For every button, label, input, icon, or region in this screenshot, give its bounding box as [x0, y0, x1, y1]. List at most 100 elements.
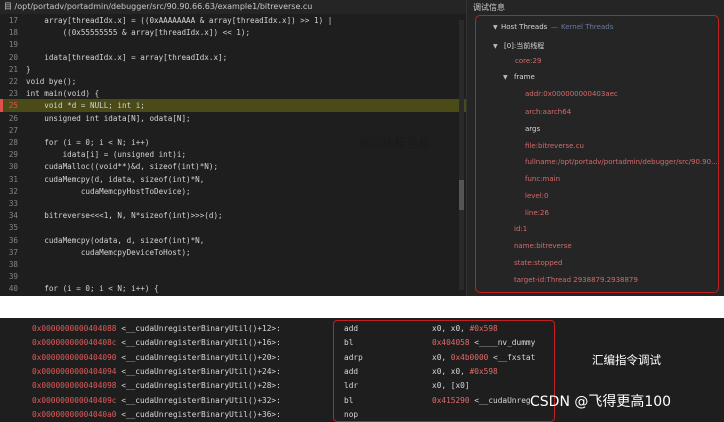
expand-arrow-icon[interactable]: ▼ — [493, 43, 498, 50]
code-line[interactable]: 23 int main(void) { — [0, 87, 466, 100]
code-line[interactable]: 22 void bye(); — [0, 75, 466, 88]
function-offset: <__cudaUnregisterBinaryUtil()+24>: — [121, 366, 281, 376]
code-text: unsigned int idata[N], odata[N]; — [26, 113, 191, 123]
instruction-address: 0x00000000004040a0 — [32, 409, 117, 419]
tree-func: func:main — [525, 175, 561, 183]
code-text: array[threadIdx.x] = ((0xAAAAAAAA & arra… — [26, 16, 333, 25]
code-line[interactable]: 34 bitreverse<<<1, N, N*sizeof(int)>>>(d… — [0, 209, 466, 222]
function-offset: <__cudaUnregisterBinaryUtil()+12>: — [121, 324, 281, 333]
code-line[interactable]: 18 ((0x55555555 & array[threadIdx.x]) <<… — [0, 26, 466, 39]
instruction-address: 0x0000000000404098 — [32, 381, 117, 391]
code-line[interactable]: 40 for (i = 0; i < N; i++) { — [0, 282, 466, 295]
line-number: 31 — [8, 174, 18, 184]
line-number: 23 — [8, 89, 18, 99]
file-path-bar: 目 /opt/portadv/portadmin/debugger/src/90… — [0, 0, 466, 14]
instruction-highlight-box — [333, 320, 555, 422]
code-line[interactable]: 35 — [0, 221, 466, 234]
expand-arrow-icon[interactable]: ▼ — [503, 74, 508, 81]
function-offset: <__cudaUnregisterBinaryUtil()+28>: — [121, 381, 281, 391]
instruction-address: 0x0000000000404094 — [32, 366, 117, 376]
code-line[interactable]: 33 — [0, 197, 466, 210]
code-line[interactable]: 39 — [0, 270, 466, 283]
code-text: void *d = NULL; int i; — [26, 101, 145, 111]
line-number: 27 — [8, 125, 18, 135]
line-number: 39 — [8, 272, 18, 282]
disasm-address-row[interactable]: 0x00000000004040a0 <__cudaUnregisterBina… — [32, 408, 332, 422]
tree-level: level:0 — [525, 192, 549, 200]
expand-arrow-icon[interactable]: ▼ — [493, 24, 498, 31]
line-number: 20 — [8, 52, 18, 62]
code-text: cudaMemcpyHostToDevice); — [26, 186, 191, 196]
code-text: for (i = 0; i < N; i++) { — [26, 284, 159, 294]
thread-info-highlight-box — [475, 15, 719, 293]
line-number: 38 — [8, 260, 18, 269]
disasm-address-row[interactable]: 0x0000000000404090 <__cudaUnregisterBina… — [32, 351, 332, 365]
watermark: CSDN @飞得更高100 — [530, 394, 672, 410]
tree-thread-node[interactable]: [0]:当前线程 — [504, 41, 544, 51]
editor-scrollbar-thumb[interactable] — [459, 180, 464, 210]
line-number: 34 — [8, 211, 18, 221]
thread-info-callout: 展示线程信息 — [358, 136, 431, 150]
code-text: cudaMemcpy(odata, d, sizeof(int)*N, — [26, 235, 205, 245]
code-text: } — [26, 64, 31, 74]
tab-kernel-threads[interactable]: Kernel Threads — [561, 23, 613, 31]
tree-fullname: fullname:/opt/portadv/portadmin/debugger… — [525, 158, 718, 166]
instruction-address: 0x000000000040409c — [32, 395, 117, 405]
code-line[interactable]: 30 cudaMalloc((void**)&d, sizeof(int)*N)… — [0, 160, 466, 173]
code-line[interactable]: 17 array[threadIdx.x] = ((0xAAAAAAAA & a… — [0, 14, 466, 27]
line-number: 29 — [8, 150, 18, 160]
code-line[interactable]: 19 — [0, 38, 466, 51]
code-line[interactable]: 36 cudaMemcpy(odata, d, sizeof(int)*N, — [0, 234, 466, 247]
line-number: 32 — [8, 186, 18, 196]
code-text: for (i = 0; i < N; i++) — [26, 138, 150, 147]
tree-args[interactable]: args — [525, 125, 540, 133]
function-offset: <__cudaUnregisterBinaryUtil()+20>: — [121, 352, 281, 362]
code-line[interactable]: 26 unsigned int idata[N], odata[N]; — [0, 112, 466, 125]
editor-scrollbar[interactable] — [459, 20, 464, 290]
function-offset: <__cudaUnregisterBinaryUtil()+36>: — [121, 409, 281, 419]
code-line[interactable]: 32 cudaMemcpyHostToDevice); — [0, 185, 466, 198]
tree-state: state:stopped — [514, 259, 563, 267]
disasm-address-row[interactable]: 0x0000000000404094 <__cudaUnregisterBina… — [32, 365, 332, 379]
instruction-address: 0x0000000000404088 — [32, 324, 117, 333]
tree-frame[interactable]: frame — [514, 73, 535, 81]
code-line[interactable]: 21} — [0, 63, 466, 76]
disasm-address-row[interactable]: 0x000000000040408c <__cudaUnregisterBina… — [32, 336, 332, 350]
code-line[interactable]: 25 void *d = NULL; int i; — [0, 99, 466, 113]
separator: — — [551, 23, 558, 31]
line-number: 36 — [8, 235, 18, 245]
tree-file: file:bitreverse.cu — [525, 142, 584, 150]
line-number: 19 — [8, 40, 18, 50]
disasm-address-row[interactable]: 0x0000000000404098 <__cudaUnregisterBina… — [32, 379, 332, 393]
function-offset: <__cudaUnregisterBinaryUtil()+16>: — [121, 338, 281, 348]
code-line[interactable]: 38 — [0, 258, 466, 271]
line-number: 21 — [8, 64, 18, 74]
line-number: 30 — [8, 162, 18, 172]
line-number: 28 — [8, 138, 18, 147]
source-editor-window: 目 /opt/portadv/portadmin/debugger/src/90… — [0, 0, 724, 296]
code-text: idata[threadIdx.x] = array[threadIdx.x]; — [26, 52, 228, 62]
code-line[interactable]: 31 cudaMemcpy(d, idata, sizeof(int)*N, — [0, 173, 466, 186]
instruction-address: 0x000000000040408c — [32, 338, 117, 348]
code-text: cudaMemcpyDeviceToHost); — [26, 247, 191, 257]
debug-panel-title: 调试信息 — [473, 3, 505, 12]
debug-info-panel: 调试信息 ▼ Host Threads — Kernel Threads ▼ [… — [466, 0, 724, 296]
line-number: 17 — [8, 16, 18, 25]
code-text: bitreverse<<<1, N, N*sizeof(int)>>>(d); — [26, 211, 223, 221]
code-text: int main(void) { — [26, 89, 100, 99]
code-line[interactable]: 37 cudaMemcpyDeviceToHost); — [0, 246, 466, 259]
line-number: 26 — [8, 113, 18, 123]
line-number: 33 — [8, 199, 18, 208]
disasm-address-row[interactable]: 0x000000000040409c <__cudaUnregisterBina… — [32, 394, 332, 408]
tree-arch: arch:aarch64 — [525, 108, 572, 116]
line-number: 35 — [8, 223, 18, 233]
code-line[interactable]: 20 idata[threadIdx.x] = array[threadIdx.… — [0, 51, 466, 64]
tree-core: core:29 — [515, 57, 542, 65]
code-text: cudaMemcpy(d, idata, sizeof(int)*N, — [26, 174, 205, 184]
tree-line: line:26 — [525, 209, 549, 217]
asm-debug-callout: 汇编指令调试 — [592, 353, 661, 367]
tab-host-threads[interactable]: Host Threads — [501, 23, 547, 31]
disasm-address-row[interactable]: 0x0000000000404088 <__cudaUnregisterBina… — [32, 322, 332, 336]
code-area[interactable]: 17 array[threadIdx.x] = ((0xAAAAAAAA & a… — [0, 14, 466, 296]
code-text: void bye(); — [26, 77, 77, 86]
